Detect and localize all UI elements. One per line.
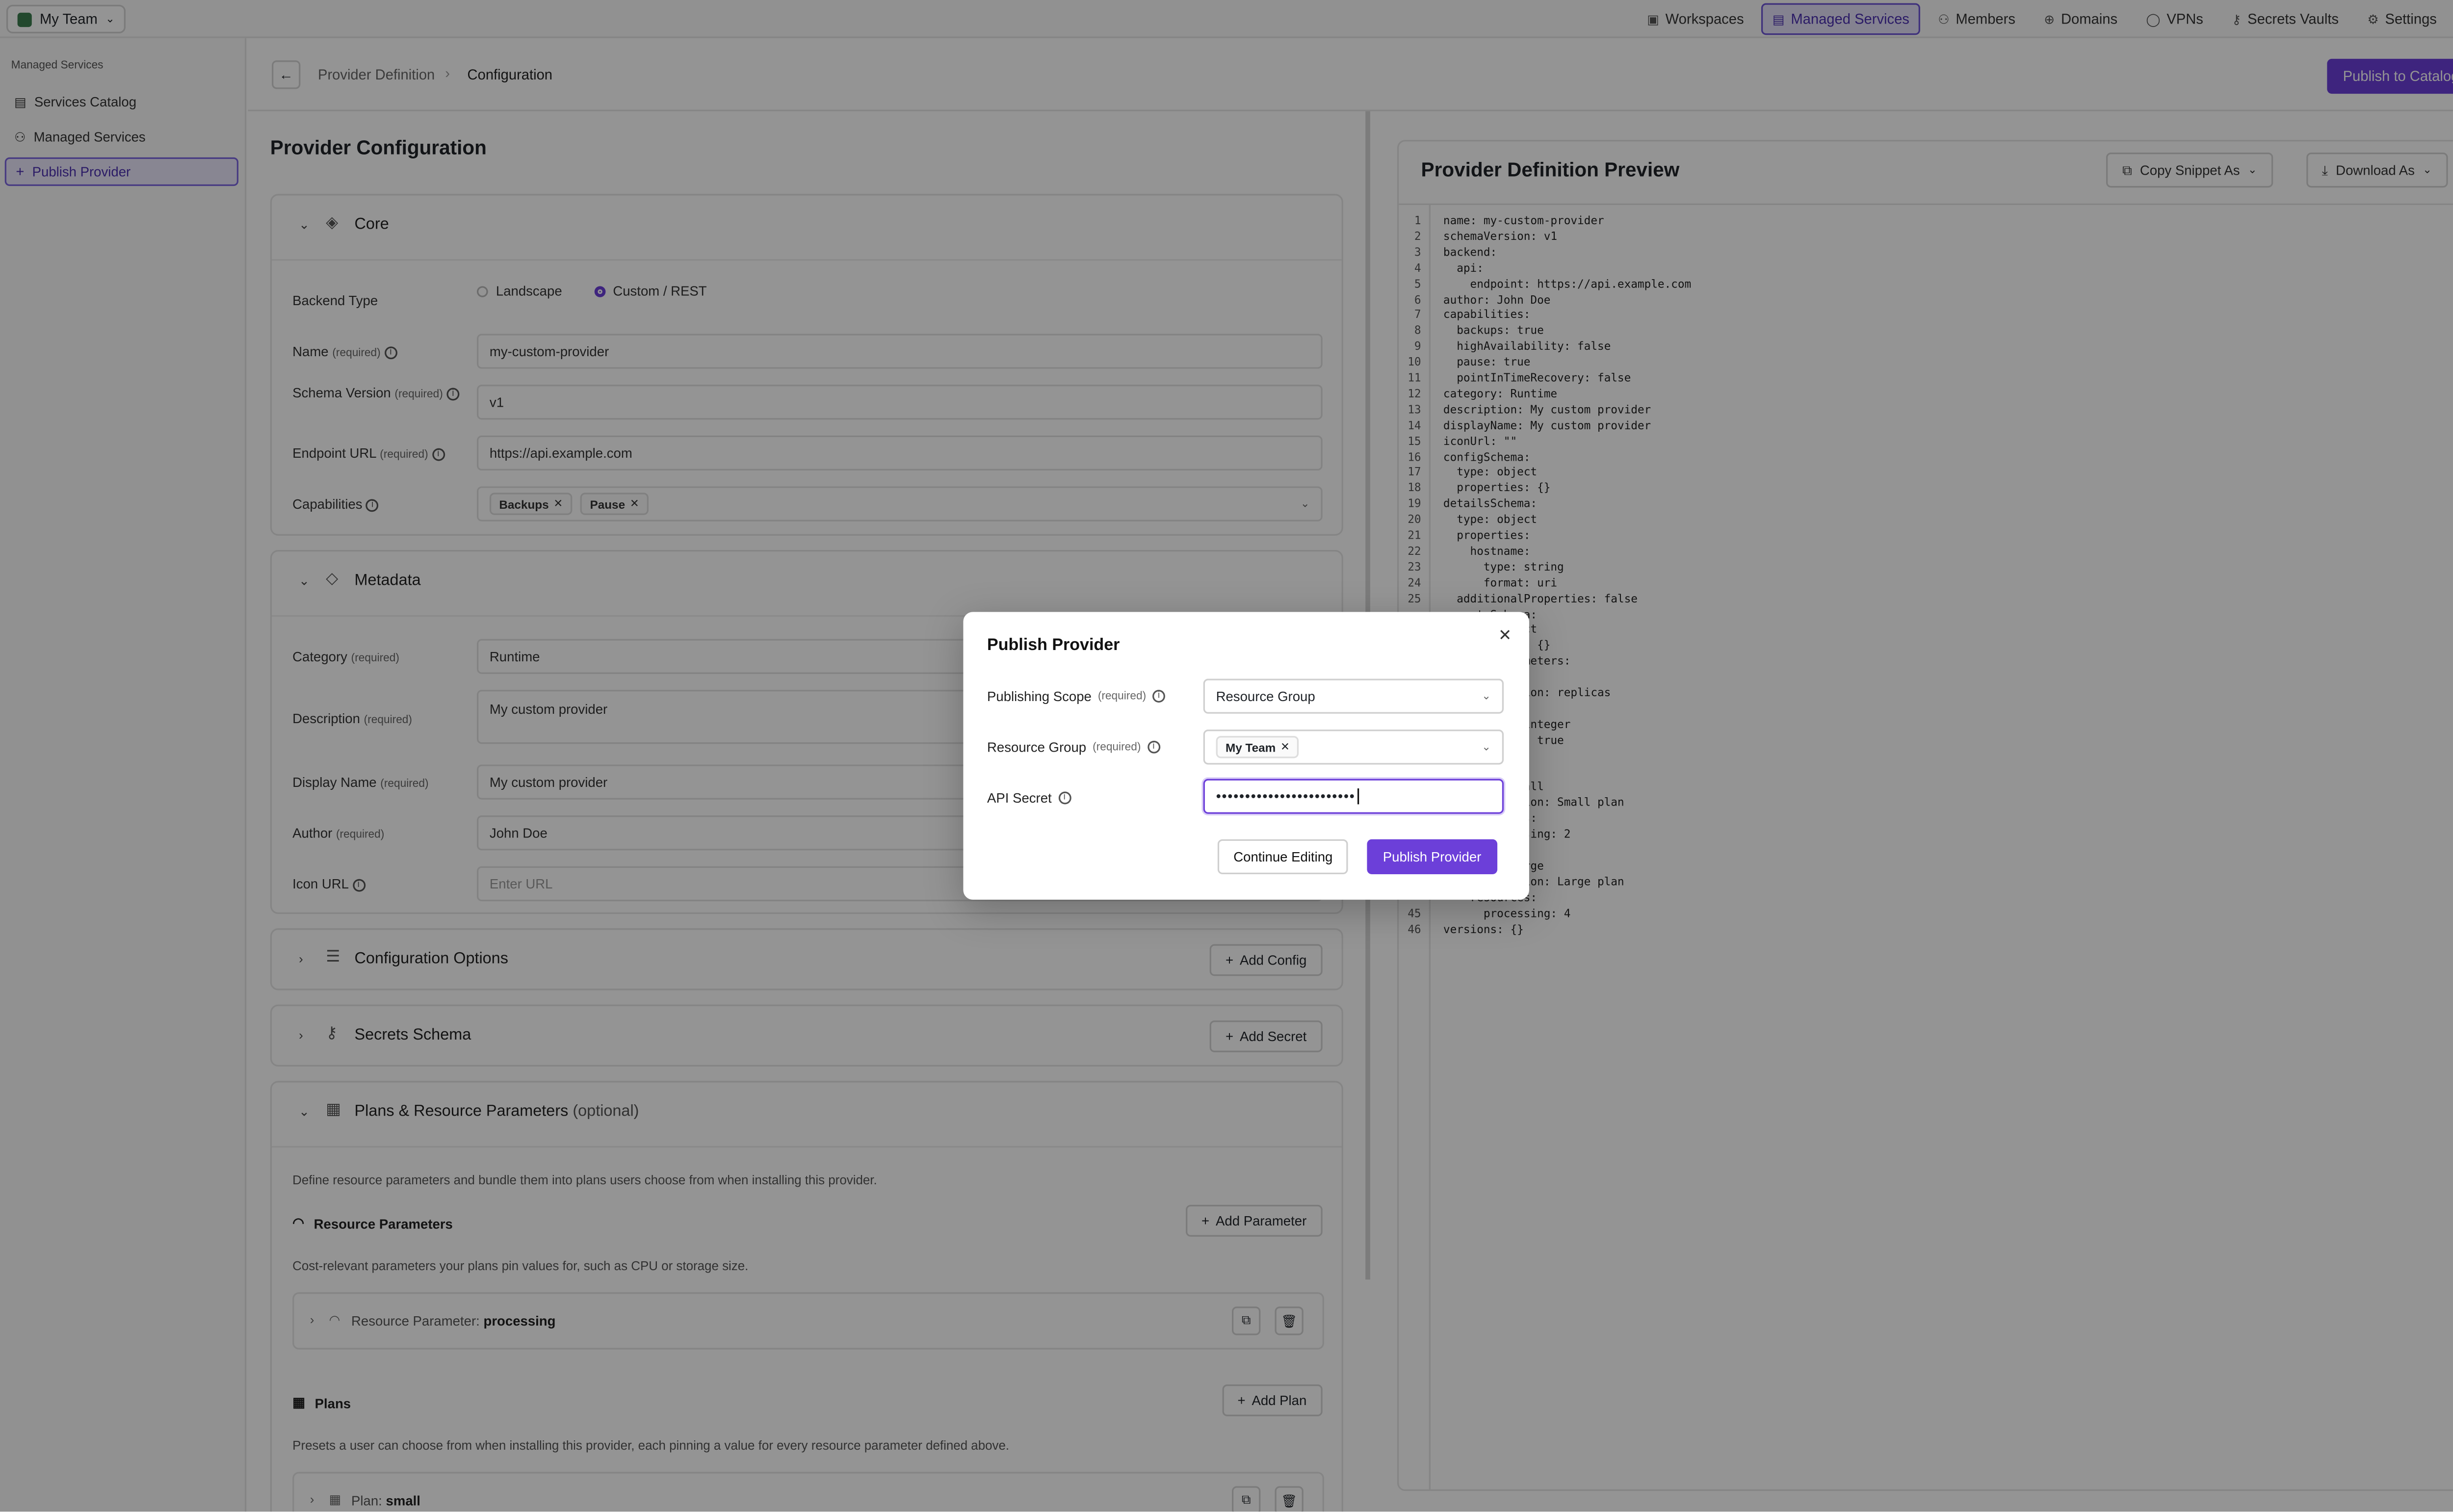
chevron-down-icon: ⌄ [1482, 742, 1491, 754]
label-text: Resource Group [987, 739, 1087, 755]
required-marker: (required) [1093, 741, 1141, 753]
secret-value: •••••••••••••••••••••••• [1216, 788, 1356, 805]
dialog-title: Publish Provider [987, 636, 1120, 655]
text-caret [1357, 788, 1358, 805]
continue-editing-button[interactable]: Continue Editing [1217, 839, 1349, 874]
label-text: Publishing Scope [987, 688, 1092, 704]
api-secret-label: API Secret i [987, 790, 1071, 806]
select-value: Resource Group [1216, 688, 1315, 704]
label-text: API Secret [987, 790, 1052, 806]
chevron-down-icon: ⌄ [1482, 691, 1491, 703]
publishing-scope-select[interactable]: Resource Group ⌄ [1203, 678, 1504, 714]
publishing-scope-label: Publishing Scope (required) i [987, 688, 1166, 704]
resource-group-label: Resource Group (required) i [987, 739, 1160, 755]
publish-provider-dialog: Publish Provider ✕ Publishing Scope (requ… [963, 612, 1529, 900]
resource-group-multiselect[interactable]: My Team ✕ ⌄ [1203, 730, 1504, 765]
close-icon[interactable]: ✕ [1498, 628, 1512, 646]
publish-provider-button[interactable]: Publish Provider [1367, 839, 1497, 874]
remove-icon[interactable]: ✕ [1280, 741, 1290, 754]
info-icon[interactable]: i [1147, 740, 1160, 754]
info-icon[interactable]: i [1152, 690, 1166, 703]
resource-group-chip: My Team ✕ [1216, 736, 1300, 758]
info-icon[interactable]: i [1058, 791, 1071, 805]
required-marker: (required) [1097, 690, 1147, 702]
chip-label: My Team [1226, 740, 1276, 755]
api-secret-input[interactable]: •••••••••••••••••••••••• [1203, 779, 1504, 814]
app-root: My Team ⌄ ▣ Workspaces ▤ Managed Services … [0, 0, 2453, 1512]
